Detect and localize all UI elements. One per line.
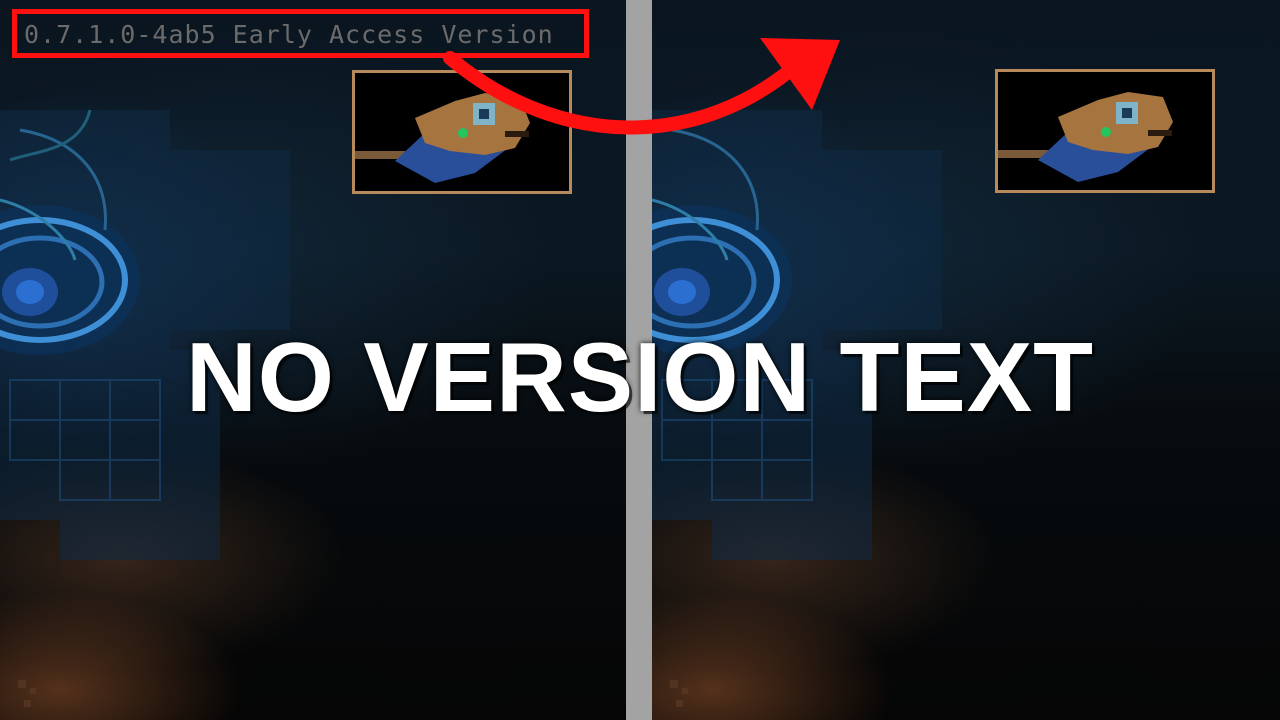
- comparison-thumbnail: 0.7.1.0-4ab5 Early Access Version NO VER…: [0, 0, 1280, 720]
- fish-creature-icon: [998, 92, 1173, 182]
- portrait-frame: [352, 70, 572, 194]
- portrait-frame: [995, 69, 1215, 193]
- headline-text: NO VERSION TEXT: [185, 322, 1094, 432]
- version-highlight-box: [12, 9, 589, 58]
- fish-creature-icon: [355, 93, 530, 183]
